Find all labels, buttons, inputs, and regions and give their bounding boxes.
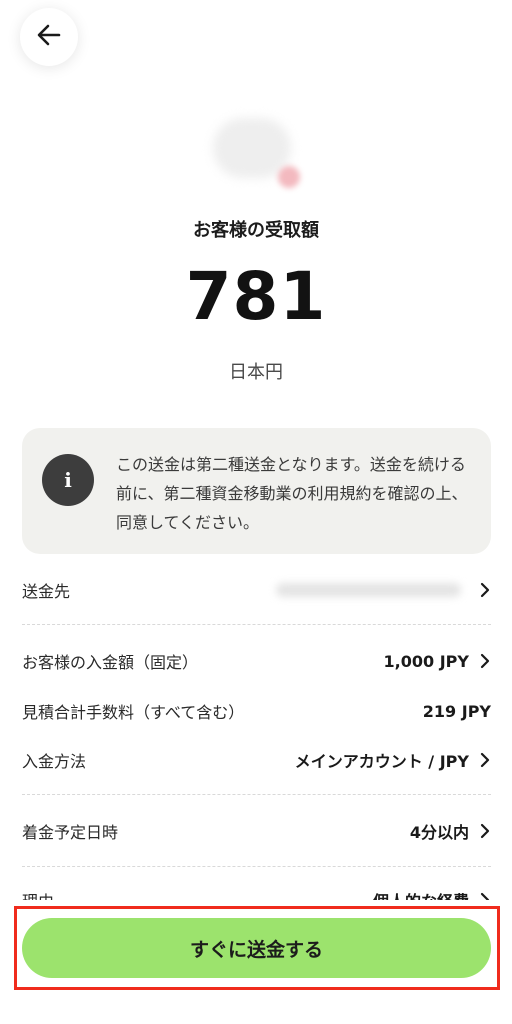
arrival-time-row[interactable]: 着金予定日時 4分以内 [22,811,491,851]
recipient-name-redacted [276,583,461,597]
deposit-amount-label: お客様の入金額（固定） [22,653,199,672]
payment-method-label: 入金方法 [22,752,87,771]
arrow-left-icon [35,21,63,53]
chevron-right-icon [479,823,491,839]
avatar-flag-badge [278,166,300,188]
fee-value: 219 JPY [422,701,491,721]
recipient-row[interactable]: 送金先 [22,570,491,610]
chevron-right-icon [479,653,491,669]
arrival-time-value: 4分以内 [409,823,469,842]
transfer-confirmation-screen: お客様の受取額 781 日本円 i この送金は第二種送金となります。送金を続ける… [0,0,512,1024]
notice-text: この送金は第二種送金となります。送金を続ける前に、第二種資金移動業の利用規約を確… [116,455,468,532]
section-divider [22,866,491,867]
receive-amount-value: 781 [185,258,327,335]
deposit-amount-row[interactable]: お客様の入金額（固定） 1,000 JPY [22,641,491,681]
section-divider [22,624,491,625]
remittance-notice: i この送金は第二種送金となります。送金を続ける前に、第二種資金移動業の利用規約… [22,428,491,554]
send-now-button[interactable]: すぐに送金する [22,918,491,978]
fee-row: 見積合計手数料（すべて含む） 219 JPY [22,691,491,731]
info-icon: i [42,454,94,506]
payment-method-row[interactable]: 入金方法 メインアカウント / JPY [22,740,491,780]
section-divider [22,794,491,795]
chevron-right-icon [479,752,491,768]
fee-label: 見積合計手数料（すべて含む） [22,703,245,722]
chevron-right-icon [479,582,491,598]
currency-name: 日本円 [229,362,283,383]
arrival-time-label: 着金予定日時 [22,823,119,842]
recipient-label: 送金先 [22,582,71,601]
recipient-avatar [213,118,291,178]
payment-method-value: メインアカウント / JPY [294,752,469,771]
receive-amount-label: お客様の受取額 [193,220,319,241]
deposit-amount-value: 1,000 JPY [383,651,469,671]
back-button[interactable] [20,8,78,66]
